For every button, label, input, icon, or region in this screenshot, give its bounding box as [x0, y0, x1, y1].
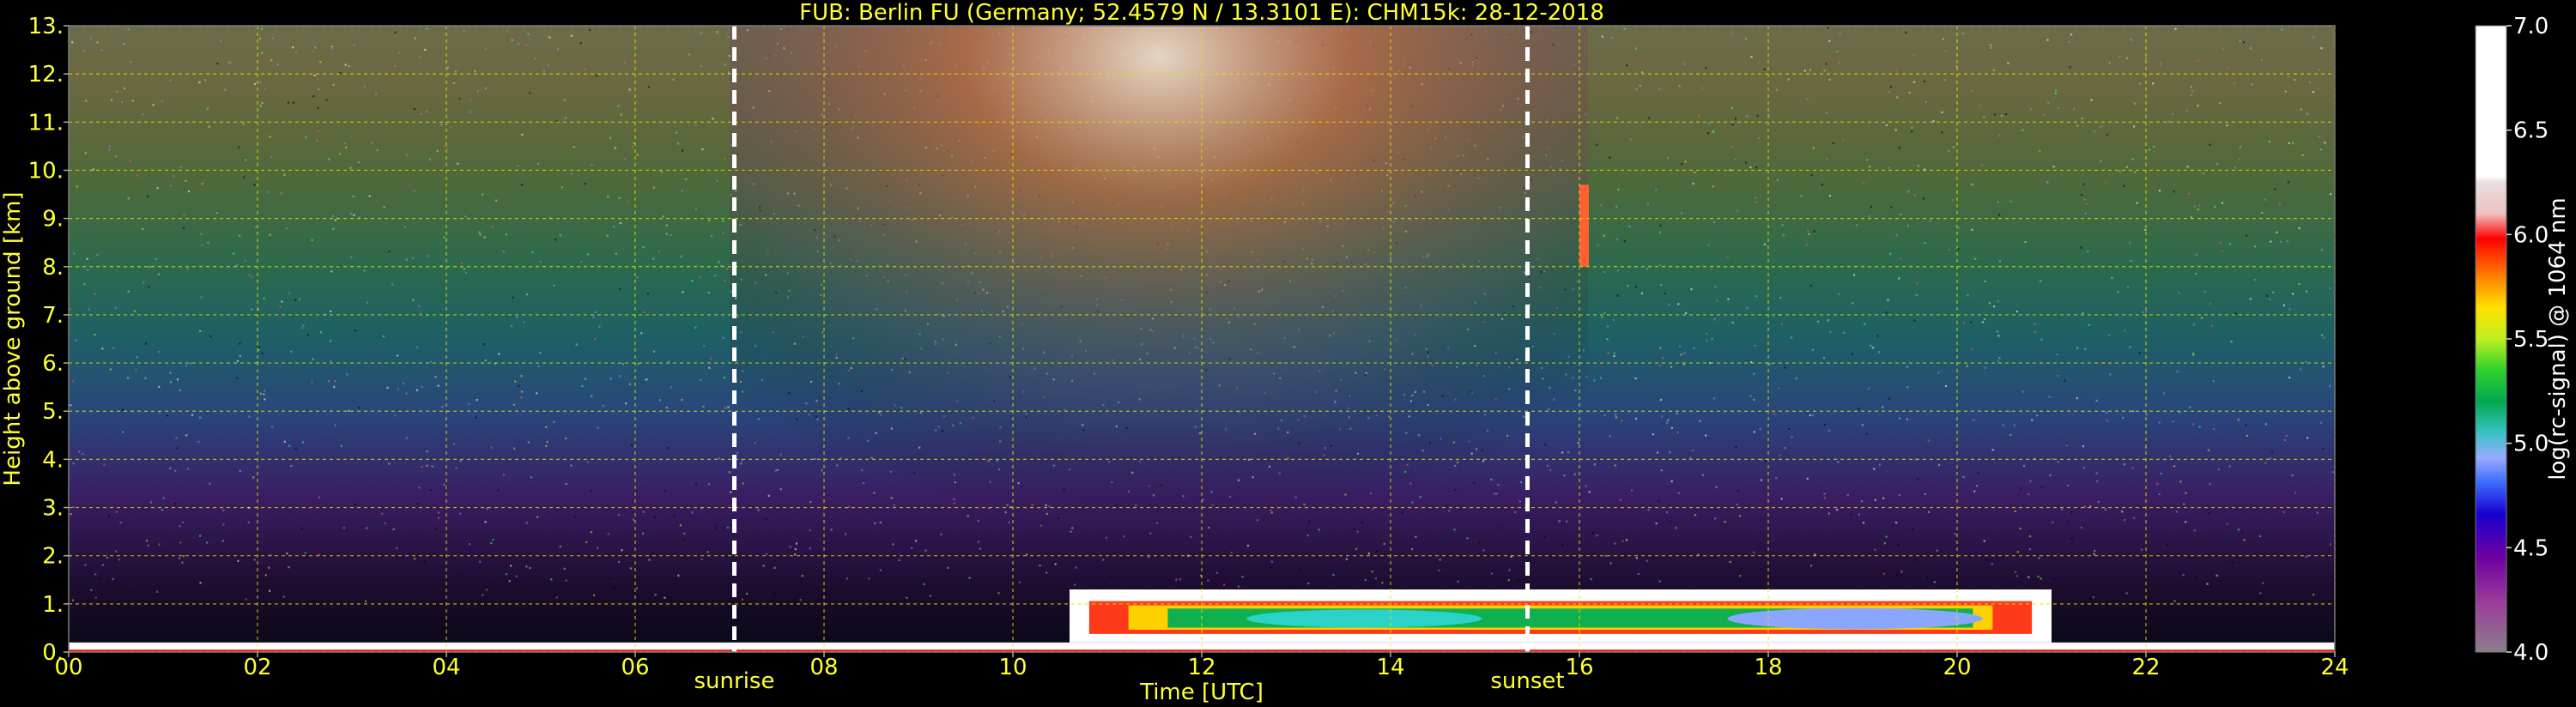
x-tick-label: 20: [1943, 655, 1971, 680]
x-axis-label: Time [UTC]: [1139, 680, 1264, 705]
colorbar-tick-label: 4.5: [2513, 535, 2549, 561]
colorbar-tick-label: 5.0: [2513, 432, 2549, 457]
x-tick-label: 08: [809, 655, 838, 680]
y-tick-label: 9.: [42, 207, 64, 233]
colorbar-tick-label: 4.0: [2513, 640, 2549, 666]
y-tick-label: 6.: [42, 351, 64, 377]
sunset-label: sunset: [1490, 668, 1564, 694]
sunrise-label: sunrise: [694, 668, 775, 694]
colorbar-label: log(rc-signal) @ 1064 nm: [2545, 197, 2571, 480]
x-tick-label: 04: [432, 655, 460, 680]
y-tick-label: 0.: [42, 640, 64, 666]
high-signal: [1579, 184, 1589, 267]
x-tick-label: 22: [2131, 655, 2160, 680]
y-tick-label: 4.: [42, 447, 64, 473]
colorbar: [2475, 25, 2507, 653]
colorbar-tick-label: 6.0: [2513, 222, 2549, 248]
low-cloud: [1070, 589, 2052, 643]
colorbar-ticks: 4.0 4.5 5.0 5.5 6.0 6.5 7.0: [2506, 14, 2549, 666]
y-axis-ticks: 0. 1. 2. 3. 4. 5. 6. 7. 8. 9. 10. 11. 12. 13.: [28, 14, 69, 666]
y-tick-label: 13.: [28, 14, 64, 39]
x-tick-label: 12: [1187, 655, 1215, 680]
daytime-signal: [730, 26, 1588, 652]
y-axis-label: Height above ground [km]: [0, 191, 26, 486]
y-tick-label: 2.: [42, 544, 64, 570]
y-tick-label: 1.: [42, 592, 64, 618]
x-tick-label: 06: [621, 655, 649, 680]
y-tick-label: 5.: [42, 399, 64, 425]
x-tick-label: 16: [1565, 655, 1593, 680]
ceilometer-chart: sunrise sunset 00 02 04 06 08 10 12 14 16 18 20 22 24…: [0, 0, 2571, 705]
chart-title: FUB: Berlin FU (Germany; 52.4579 N / 13.…: [799, 0, 1604, 26]
colorbar-tick-label: 5.5: [2513, 327, 2549, 353]
colorbar-tick-label: 6.5: [2513, 118, 2549, 144]
y-tick-label: 7.: [42, 303, 64, 329]
x-tick-label: 24: [2320, 655, 2349, 680]
y-tick-label: 8.: [42, 255, 64, 281]
y-tick-label: 3.: [42, 496, 64, 522]
y-tick-label: 10.: [28, 158, 64, 184]
x-tick-label: 02: [243, 655, 271, 680]
x-tick-label: 18: [1754, 655, 1782, 680]
y-tick-label: 11.: [28, 110, 64, 136]
colorbar-tick-label: 7.0: [2513, 14, 2549, 39]
y-tick-label: 12.: [28, 62, 64, 88]
x-tick-label: 14: [1376, 655, 1404, 680]
x-tick-label: 10: [998, 655, 1027, 680]
x-axis-ticks: 00 02 04 06 08 10 12 14 16 18 20 22 24: [54, 652, 2349, 680]
